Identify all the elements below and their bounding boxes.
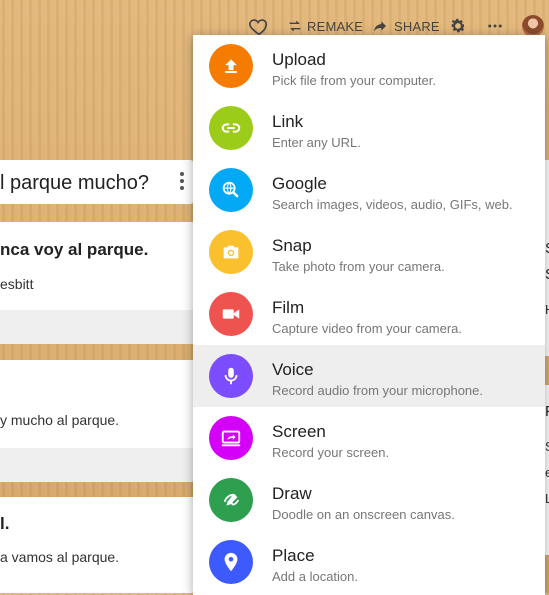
menu-item-subtitle: Capture video from your camera. bbox=[272, 321, 463, 336]
menu-item-upload[interactable]: Upload Pick file from your computer. bbox=[193, 35, 545, 97]
menu-item-subtitle: Record your screen. bbox=[272, 445, 390, 460]
menu-item-title: Film bbox=[272, 298, 305, 317]
link-icon bbox=[209, 106, 253, 150]
answer-footer bbox=[0, 310, 194, 344]
answer-subtext: a vamos al parque. bbox=[0, 549, 120, 565]
menu-item-snap[interactable]: Snap Take photo from your camera. bbox=[193, 221, 545, 283]
right-card-text: S bbox=[545, 266, 549, 283]
share-arrow-icon bbox=[374, 21, 386, 32]
menu-item-place[interactable]: Place Add a location. bbox=[193, 531, 545, 593]
camera-icon bbox=[209, 230, 253, 274]
menu-item-title: Link bbox=[272, 112, 304, 131]
upload-icon bbox=[209, 44, 253, 88]
answer-text: nca voy al parque. bbox=[0, 240, 149, 259]
menu-item-voice[interactable]: Voice Record audio from your microphone. bbox=[193, 345, 545, 407]
answer-text: l. bbox=[0, 514, 10, 533]
more-horizontal-icon bbox=[488, 24, 502, 28]
answer-footer bbox=[0, 448, 194, 482]
right-card-text: S bbox=[545, 240, 549, 257]
screen-share-icon bbox=[209, 416, 253, 460]
location-pin-icon bbox=[209, 540, 253, 584]
menu-item-screen[interactable]: Screen Record your screen. bbox=[193, 407, 545, 469]
menu-item-title: Screen bbox=[272, 422, 326, 441]
question-menu-button[interactable] bbox=[178, 170, 186, 196]
right-card: S S H bbox=[545, 160, 549, 356]
right-card-text: e bbox=[545, 465, 549, 480]
gear-icon bbox=[451, 18, 466, 33]
menu-item-draw[interactable]: Draw Doodle on an onscreen canvas. bbox=[193, 469, 545, 531]
remake-icon bbox=[289, 20, 301, 32]
remake-label: REMAKE bbox=[307, 18, 364, 34]
menu-item-subtitle: Enter any URL. bbox=[272, 135, 361, 150]
video-camera-icon bbox=[209, 292, 253, 336]
menu-item-title: Voice bbox=[272, 360, 314, 379]
right-card-text: S bbox=[545, 439, 549, 454]
menu-item-title: Place bbox=[272, 546, 315, 565]
menu-item-film[interactable]: Film Capture video from your camera. bbox=[193, 283, 545, 345]
more-vertical-icon bbox=[180, 172, 184, 190]
menu-item-link[interactable]: Link Enter any URL. bbox=[193, 97, 545, 159]
menu-item-subtitle: Doodle on an onscreen canvas. bbox=[272, 507, 455, 522]
search-globe-icon bbox=[209, 168, 253, 212]
menu-item-title: Snap bbox=[272, 236, 312, 255]
add-media-menu: Upload Pick file from your computer. Lin… bbox=[193, 35, 545, 595]
answer-card: l. a vamos al parque. bbox=[0, 497, 194, 593]
question-title: l parque mucho? bbox=[0, 172, 149, 194]
answer-card: y mucho al parque. bbox=[0, 360, 194, 482]
menu-item-subtitle: Record audio from your microphone. bbox=[272, 383, 483, 398]
draw-icon bbox=[209, 478, 253, 522]
right-card: F S e L bbox=[545, 385, 549, 555]
menu-item-subtitle: Add a location. bbox=[272, 569, 359, 584]
answer-text: y mucho al parque. bbox=[0, 412, 120, 428]
menu-item-subtitle: Pick file from your computer. bbox=[272, 73, 436, 88]
avatar[interactable] bbox=[522, 15, 544, 37]
right-card-text: F bbox=[545, 403, 549, 420]
answer-card: nca voy al parque. esbitt bbox=[0, 222, 194, 344]
menu-item-subtitle: Search images, videos, audio, GIFs, web. bbox=[272, 197, 513, 212]
heart-icon bbox=[249, 19, 268, 36]
menu-item-title: Draw bbox=[272, 484, 312, 503]
menu-item-title: Google bbox=[272, 174, 327, 193]
menu-item-subtitle: Take photo from your camera. bbox=[272, 259, 445, 274]
right-card-text: H bbox=[545, 302, 549, 317]
share-label: SHARE bbox=[394, 18, 440, 34]
menu-item-google[interactable]: Google Search images, videos, audio, GIF… bbox=[193, 159, 545, 221]
right-card-text: L bbox=[545, 491, 549, 506]
answer-author: esbitt bbox=[0, 276, 34, 292]
microphone-icon bbox=[209, 354, 253, 398]
menu-item-title: Upload bbox=[272, 50, 326, 69]
question-card: l parque mucho? bbox=[0, 160, 194, 204]
